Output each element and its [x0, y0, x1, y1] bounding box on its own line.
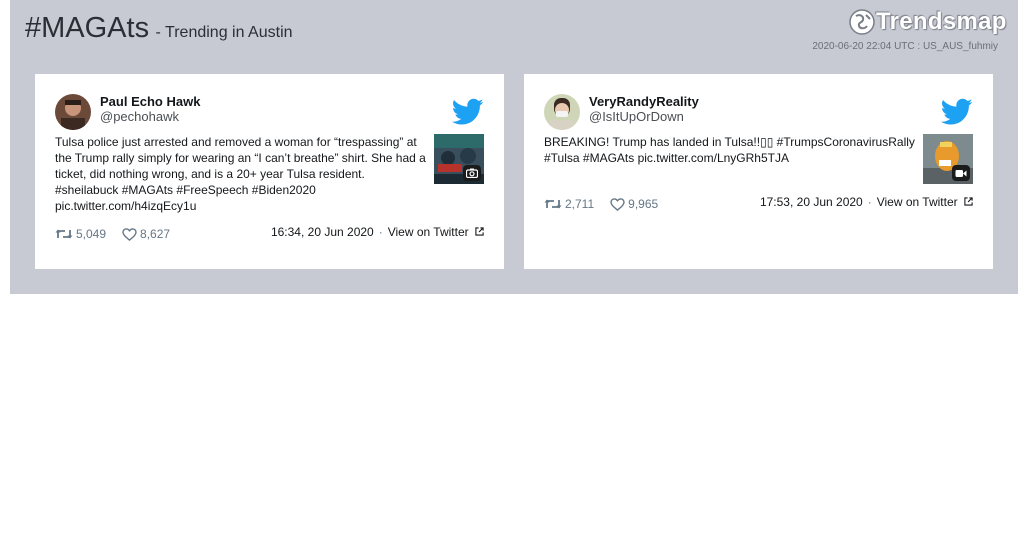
- media-thumbnail[interactable]: [923, 134, 973, 184]
- tweet-stats: 5,049 8,627: [55, 227, 186, 241]
- page-title: #MAGAts - Trending in Austin: [25, 12, 293, 45]
- author-name[interactable]: VeryRandyReality: [589, 94, 699, 109]
- avatar[interactable]: [544, 94, 580, 130]
- tweet-card: VeryRandyReality @IsItUpOrDown BREAKING!…: [524, 74, 993, 269]
- retweet-count: 2,711: [565, 197, 595, 211]
- tweet-card: Paul Echo Hawk @pechohawk Tulsa police j…: [35, 74, 504, 269]
- avatar-image: [544, 94, 580, 130]
- author-handle[interactable]: @IsItUpOrDown: [589, 109, 684, 124]
- location-subtitle: - Trending in Austin: [155, 24, 293, 41]
- author-name[interactable]: Paul Echo Hawk: [100, 94, 200, 109]
- tweet-text: Tulsa police just arrested and removed a…: [55, 135, 426, 213]
- like-stat[interactable]: 8,627: [122, 227, 170, 241]
- like-count: 9,965: [628, 197, 659, 211]
- retweet-stat[interactable]: 2,711: [544, 197, 594, 211]
- retweet-stat[interactable]: 5,049: [55, 227, 106, 241]
- camera-icon: [463, 165, 481, 181]
- tweet-time[interactable]: 17:53, 20 Jun 2020: [760, 195, 863, 209]
- view-on-twitter-link[interactable]: View on Twitter: [877, 195, 973, 209]
- avatar[interactable]: [55, 94, 91, 130]
- author-handle[interactable]: @pechohawk: [100, 109, 179, 124]
- tweet-text: BREAKING! Trump has landed in Tulsa!!▯▯ …: [544, 135, 915, 165]
- twitter-bird-icon[interactable]: [941, 98, 973, 126]
- retweet-count: 5,049: [76, 227, 107, 241]
- retweet-icon: [55, 229, 73, 239]
- external-link-icon: [964, 197, 973, 206]
- twitter-bird-icon[interactable]: [452, 98, 484, 126]
- video-icon: [952, 165, 970, 181]
- view-on-twitter-label: View on Twitter: [387, 225, 469, 239]
- tweet-stats: 2,711 9,965: [544, 197, 674, 211]
- external-link-icon: [475, 227, 484, 236]
- like-stat[interactable]: 9,965: [610, 197, 658, 211]
- trendsmap-globe-icon: [849, 9, 875, 35]
- brand-name: Trendsmap: [876, 8, 1007, 35]
- like-count: 8,627: [140, 227, 171, 241]
- trend-timestamp: 2020-06-20 22:04 UTC : US_AUS_fuhmiy: [812, 41, 998, 52]
- view-on-twitter-label: View on Twitter: [876, 195, 958, 209]
- avatar-image: [55, 94, 91, 130]
- tweet-time[interactable]: 16:34, 20 Jun 2020: [271, 225, 374, 239]
- heart-icon: [122, 227, 137, 241]
- header-banner: #MAGAts - Trending in Austin Trendsmap 2…: [10, 0, 1018, 294]
- retweet-icon: [544, 199, 562, 209]
- tweet-meta: 17:53, 20 Jun 2020 · View on Twitter: [760, 195, 973, 209]
- trendsmap-logo[interactable]: Trendsmap: [848, 6, 1006, 40]
- separator-dot: ·: [378, 225, 383, 239]
- tweet-meta: 16:34, 20 Jun 2020 · View on Twitter: [271, 225, 484, 239]
- media-thumbnail[interactable]: [434, 134, 484, 184]
- separator-dot: ·: [867, 195, 872, 209]
- heart-icon: [610, 197, 625, 211]
- hashtag-title[interactable]: #MAGAts: [25, 12, 149, 44]
- view-on-twitter-link[interactable]: View on Twitter: [388, 225, 484, 239]
